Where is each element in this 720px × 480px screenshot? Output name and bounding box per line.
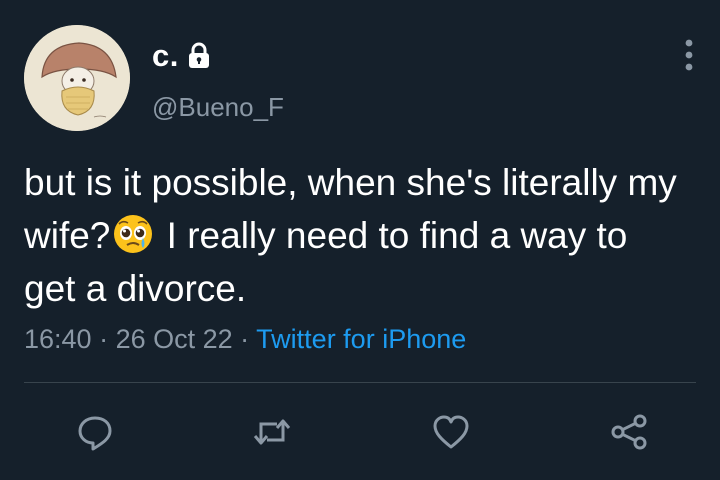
tweet-date[interactable]: 26 Oct 22 — [116, 324, 233, 354]
avatar[interactable] — [24, 25, 130, 131]
retweet-icon[interactable] — [252, 412, 292, 452]
pleading-face-emoji-icon — [113, 214, 153, 254]
lock-icon — [187, 42, 211, 70]
user-name-row[interactable]: c. — [152, 38, 211, 74]
meta-separator-1: · — [91, 324, 116, 354]
reply-icon[interactable] — [75, 412, 115, 452]
tweet-text: but is it possible, when she's literally… — [24, 156, 684, 315]
meta-separator-2: · — [232, 324, 257, 354]
tweet-meta: 16:40 · 26 Oct 22 · Twitter for iPhone — [24, 324, 466, 355]
tweet-time[interactable]: 16:40 — [24, 324, 92, 354]
like-icon[interactable] — [431, 412, 471, 452]
display-name[interactable]: c. — [152, 38, 179, 74]
tweet-source-link[interactable]: Twitter for iPhone — [256, 324, 466, 354]
more-options-icon[interactable] — [680, 36, 698, 76]
user-handle[interactable]: @Bueno_F — [152, 92, 284, 123]
share-icon[interactable] — [609, 412, 649, 452]
divider — [24, 382, 696, 383]
